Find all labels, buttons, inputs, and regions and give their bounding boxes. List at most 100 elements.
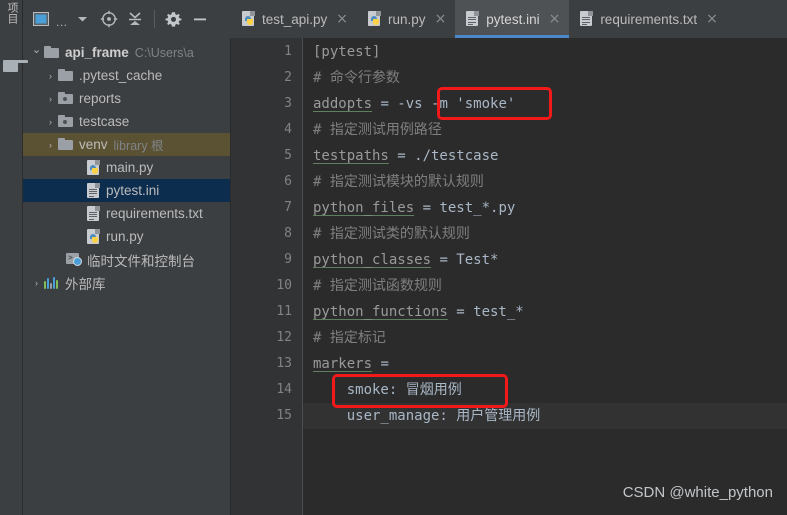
ini-value: = Test* — [431, 252, 499, 268]
chevron-right-icon[interactable]: › — [29, 278, 44, 288]
hide-tool-window-button[interactable] — [188, 7, 212, 31]
tab-close-icon[interactable]: × — [706, 12, 718, 26]
line-number: 15 — [276, 408, 292, 423]
tree-item----[interactable]: › 外部库 — [23, 271, 230, 294]
line-number: 10 — [276, 278, 292, 293]
line-number: 2 — [284, 70, 292, 85]
tab-close-icon[interactable]: × — [549, 12, 561, 26]
code-text: # 命令行参数 — [313, 70, 400, 86]
code-text: # 指定测试函数规则 — [313, 278, 442, 294]
code-line-5[interactable]: testpaths = ./testcase — [303, 143, 787, 169]
chevron-right-icon[interactable]: › — [43, 117, 58, 127]
chevron-down-icon[interactable]: ⌄ — [29, 43, 44, 56]
project-view-selector[interactable] — [29, 7, 53, 31]
tree-item-.pytest_cache[interactable]: › .pytest_cache — [23, 64, 230, 87]
line-number: 9 — [284, 252, 292, 267]
ini-key: addopts — [313, 96, 373, 112]
line-number: 3 — [284, 96, 292, 111]
code-editor[interactable]: 1 2 3 4 5 6 7 8 9 10 11 12 13 14 15 [pytest] # 命令行参数 add… — [231, 38, 787, 515]
folder-icon — [58, 69, 74, 82]
ini-value: = test_*.py — [414, 200, 516, 216]
line-number: 1 — [284, 44, 292, 59]
folder-strip-icon — [3, 60, 28, 72]
tree-item-label: run.py — [106, 229, 144, 244]
tree-item-label: reports — [79, 91, 122, 106]
text-file-icon — [579, 11, 594, 27]
folder-icon — [44, 46, 60, 59]
chevron-right-icon[interactable]: › — [43, 71, 58, 81]
tool-window-rail: 项目 — [0, 0, 23, 38]
code-line-3[interactable]: addopts = -vs -m 'smoke' — [303, 91, 787, 117]
chevron-right-icon[interactable]: › — [43, 94, 58, 104]
ini-value: = test_* — [447, 304, 524, 320]
code-line-6[interactable]: # 指定测试模块的默认规则 — [303, 169, 787, 195]
tree-item-label: api_frame — [65, 45, 129, 60]
tool-window-rail-body — [0, 38, 28, 515]
tree-item-reports[interactable]: › reports — [23, 87, 230, 110]
tab-label: run.py — [388, 11, 426, 27]
collapse-all-button[interactable] — [123, 7, 147, 31]
code-line-9[interactable]: python_classes = Test* — [303, 247, 787, 273]
text-file-icon — [86, 205, 101, 222]
tree-item-api_frame[interactable]: ⌄ api_frame C:\Users\a — [23, 41, 230, 64]
tree-item-label: 外部库 — [65, 276, 106, 292]
code-text: smoke: 冒烟用例 — [313, 382, 462, 398]
code-line-1[interactable]: [pytest] — [303, 39, 787, 65]
top-bar: 项目 ... test_api.py × run.py × pytest.ini… — [0, 0, 787, 38]
tree-item-label: main.py — [106, 160, 154, 175]
tree-item---------[interactable]: > 临时文件和控制台 — [23, 248, 230, 271]
tree-item-run.py[interactable]: run.py — [23, 225, 230, 248]
code-line-4[interactable]: # 指定测试用例路径 — [303, 117, 787, 143]
editor-tab-pytest-ini[interactable]: pytest.ini × — [455, 0, 570, 38]
scroll-from-source-button[interactable] — [97, 7, 121, 31]
tree-item-main.py[interactable]: main.py — [23, 156, 230, 179]
code-line-15[interactable]: user_manage: 用户管理用例 — [303, 403, 787, 429]
tree-item-subtext: library 根 — [113, 139, 164, 153]
code-line-7[interactable]: python_files = test_*.py — [303, 195, 787, 221]
target-crosshair-icon — [100, 10, 117, 28]
text-file-icon — [465, 11, 480, 27]
tree-item-pytest.ini[interactable]: pytest.ini — [23, 179, 230, 202]
project-window-icon — [33, 12, 49, 26]
tree-item-venv[interactable]: › venv library 根 — [23, 133, 230, 156]
toolbar-separator — [153, 10, 155, 28]
ini-key: python_functions — [313, 304, 448, 320]
source-folder-icon — [58, 115, 74, 128]
code-line-11[interactable]: python_functions = test_* — [303, 299, 787, 325]
code-line-2[interactable]: # 命令行参数 — [303, 65, 787, 91]
tree-item-label: requirements.txt — [106, 206, 203, 221]
code-line-12[interactable]: # 指定标记 — [303, 325, 787, 351]
line-number-gutter: 1 2 3 4 5 6 7 8 9 10 11 12 13 14 15 — [231, 38, 303, 515]
folder-icon — [58, 138, 74, 151]
line-number: 13 — [276, 356, 292, 371]
project-view-dropdown[interactable] — [71, 7, 95, 31]
line-number: 4 — [284, 122, 292, 137]
project-view-selector-dots[interactable]: ... — [56, 16, 68, 28]
tab-close-icon[interactable]: × — [435, 12, 447, 26]
python-file-icon — [86, 228, 101, 245]
code-text: # 指定标记 — [313, 330, 386, 346]
tree-item-subtext: C:\Users\a — [134, 45, 194, 60]
tool-window-label-project[interactable]: 项目 — [0, 2, 22, 24]
tree-item-label: .pytest_cache — [79, 68, 163, 83]
code-line-8[interactable]: # 指定测试类的默认规则 — [303, 221, 787, 247]
tab-label: requirements.txt — [600, 11, 698, 27]
tree-item-label: venv — [79, 137, 108, 152]
tree-item-testcase[interactable]: › testcase — [23, 110, 230, 133]
editor-tab-run-py[interactable]: run.py × — [357, 0, 456, 38]
code-content[interactable]: [pytest] # 命令行参数 addopts = -vs -m 'smoke' #… — [303, 38, 787, 515]
library-icon — [44, 276, 60, 289]
editor-tab-test-api-py[interactable]: test_api.py × — [231, 0, 358, 38]
code-text: # 指定测试用例路径 — [313, 122, 442, 138]
code-line-10[interactable]: # 指定测试函数规则 — [303, 273, 787, 299]
code-text: # 指定测试类的默认规则 — [313, 226, 470, 242]
python-file-icon — [367, 11, 382, 27]
chevron-right-icon[interactable]: › — [43, 140, 58, 150]
code-line-13[interactable]: markers = — [303, 351, 787, 377]
tab-close-icon[interactable]: × — [336, 12, 348, 26]
settings-button[interactable] — [162, 7, 186, 31]
code-line-14[interactable]: smoke: 冒烟用例 — [303, 377, 787, 403]
chevron-down-icon — [78, 17, 88, 22]
editor-tab-requirements-txt[interactable]: requirements.txt × — [569, 0, 727, 38]
tree-item-requirements.txt[interactable]: requirements.txt — [23, 202, 230, 225]
